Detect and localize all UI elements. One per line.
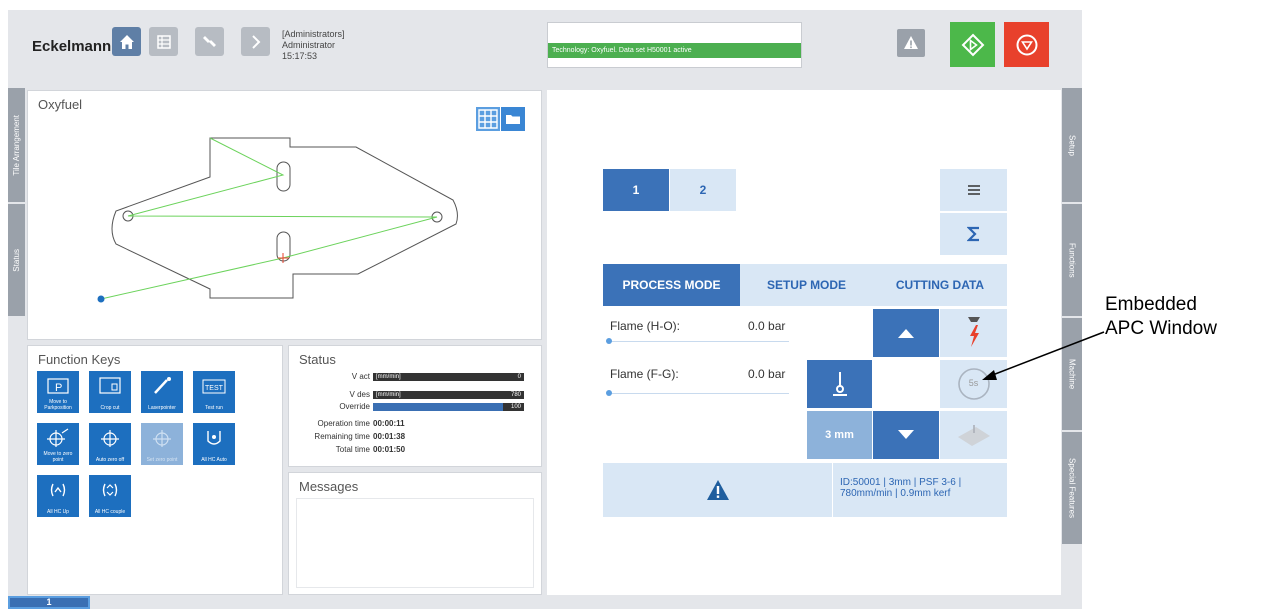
laser-pointer-icon — [154, 377, 171, 394]
user-role: [Administrators] — [282, 29, 345, 39]
all-hc-auto-button[interactable]: All HC Auto — [193, 423, 235, 465]
tools-button[interactable] — [195, 27, 224, 56]
warning-icon — [904, 36, 918, 49]
plate-icon — [957, 425, 990, 446]
stop-button[interactable] — [1004, 22, 1049, 67]
info-divider — [832, 463, 833, 517]
svg-text:TEST: TEST — [205, 385, 224, 392]
page-tab-1[interactable]: 1 — [603, 169, 669, 211]
plate-button[interactable] — [940, 411, 1007, 459]
hc-couple-icon — [102, 483, 118, 497]
auto-zero-icon — [101, 430, 119, 447]
oxyfuel-panel: Oxyfuel — [27, 90, 542, 340]
flame-fg-knob[interactable] — [606, 390, 612, 396]
clock: 15:17:53 — [282, 51, 318, 61]
flame-fg-label: Flame (F-G): — [610, 367, 679, 381]
operation-time-row: Operation time 00:00:11 — [317, 419, 405, 428]
torch-down-button[interactable] — [873, 411, 939, 459]
all-hc-up-button[interactable]: All HC Up — [37, 475, 79, 517]
arrow-up-icon — [898, 329, 914, 338]
flame-ho-label: Flame (H-O): — [610, 319, 680, 333]
list-icon — [156, 34, 171, 49]
list-button[interactable] — [149, 27, 178, 56]
home-icon — [119, 34, 134, 49]
next-button[interactable] — [241, 27, 270, 56]
panel-title: Messages — [299, 479, 359, 494]
user-info: [Administrators] Administrator 15:17:53 — [282, 29, 345, 62]
flame-ho-value: 0.0 bar — [748, 319, 786, 333]
height-sensor-icon — [832, 372, 847, 396]
menu-button[interactable] — [940, 169, 1007, 211]
tab-process-mode[interactable]: PROCESS MODE — [603, 264, 740, 306]
cutting-preview — [97, 137, 458, 303]
start-button[interactable] — [950, 22, 995, 67]
stop-icon — [1016, 34, 1037, 55]
panel-title: Status — [299, 352, 336, 367]
tab-setup-mode[interactable]: SETUP MODE — [740, 264, 873, 306]
tab-status[interactable]: Status — [8, 204, 25, 316]
override-bar: 100 — [373, 403, 524, 411]
svg-text:P: P — [55, 382, 62, 394]
tab-tile-arrangement[interactable]: Tile Arrangement — [8, 88, 25, 202]
sum-button[interactable] — [940, 213, 1007, 255]
height-sensor-button[interactable] — [807, 360, 872, 408]
crop-cut-button[interactable]: Crop cut — [89, 371, 131, 413]
annotation-arrow — [982, 331, 1105, 380]
warning-button[interactable] — [897, 29, 925, 57]
flame-ho-slider[interactable] — [609, 341, 789, 342]
zero-point-icon — [47, 428, 69, 447]
home-button[interactable] — [112, 27, 141, 56]
warning-icon — [706, 480, 729, 500]
tab-special-features[interactable]: Special Features — [1062, 432, 1082, 544]
tab-cutting-data[interactable]: CUTTING DATA — [873, 264, 1007, 306]
laserpointer-button[interactable]: Laserpointer — [141, 371, 183, 413]
tab-setup[interactable]: Setup — [1062, 88, 1082, 202]
wrench-icon — [202, 35, 216, 47]
tab-functions[interactable]: Functions — [1062, 204, 1082, 316]
info-text: ID:50001 | 3mm | PSF 3-6 | 780mm/min | 0… — [840, 477, 962, 499]
move-to-zero-button[interactable]: Move to zero point — [37, 423, 79, 465]
info-warning — [603, 463, 832, 517]
status-message: Technology: Oxyfuel. Data set H50001 act… — [548, 43, 801, 58]
hc-auto-icon — [207, 431, 221, 445]
arrow-down-icon — [898, 430, 914, 439]
total-time-row: Total time 00:01:50 — [335, 445, 406, 454]
hc-up-icon — [50, 483, 66, 497]
auto-zero-off-button[interactable]: Auto zero off — [89, 423, 131, 465]
page-tab-2[interactable]: 2 — [670, 169, 736, 211]
start-icon — [961, 33, 984, 56]
set-zero-point-button[interactable]: Set zero point — [141, 423, 183, 465]
user-name: Administrator — [282, 40, 336, 50]
panel-title: Function Keys — [38, 352, 121, 367]
all-hc-couple-button[interactable]: All HC couple — [89, 475, 131, 517]
flame-ho-knob[interactable] — [606, 338, 612, 344]
set-zero-icon — [153, 430, 171, 447]
height-value-button[interactable]: 3 mm — [807, 411, 872, 459]
override-row: Override 100 — [297, 402, 531, 412]
park-icon: P — [47, 378, 69, 394]
flame-fg-slider[interactable] — [609, 393, 789, 394]
test-run-icon: TEST — [202, 379, 226, 394]
annotation-label: Embedded APC Window — [1105, 294, 1217, 339]
status-message-box: Technology: Oxyfuel. Data set H50001 act… — [547, 22, 802, 68]
crop-cut-icon — [99, 377, 121, 394]
test-run-button[interactable]: TEST Test run — [193, 371, 235, 413]
messages-panel: Messages — [288, 472, 542, 595]
chevron-right-icon — [251, 34, 260, 49]
messages-list[interactable] — [296, 498, 534, 588]
v-act-row: V act [mm/min] 0 — [297, 372, 531, 382]
torch-up-button[interactable] — [873, 309, 939, 357]
remaining-time-row: Remaining time 00:01:38 — [314, 432, 406, 441]
move-to-park-button[interactable]: P Move to Parkposition — [37, 371, 79, 413]
flame-fg-value: 0.0 bar — [748, 367, 786, 381]
sigma-icon — [966, 226, 979, 242]
v-des-row: V des [mm/min] 780 — [297, 390, 531, 400]
brand-logo: Eckelmann — [32, 38, 112, 55]
bottom-page-tab[interactable]: 1 — [8, 596, 90, 609]
hamburger-icon — [967, 185, 980, 195]
